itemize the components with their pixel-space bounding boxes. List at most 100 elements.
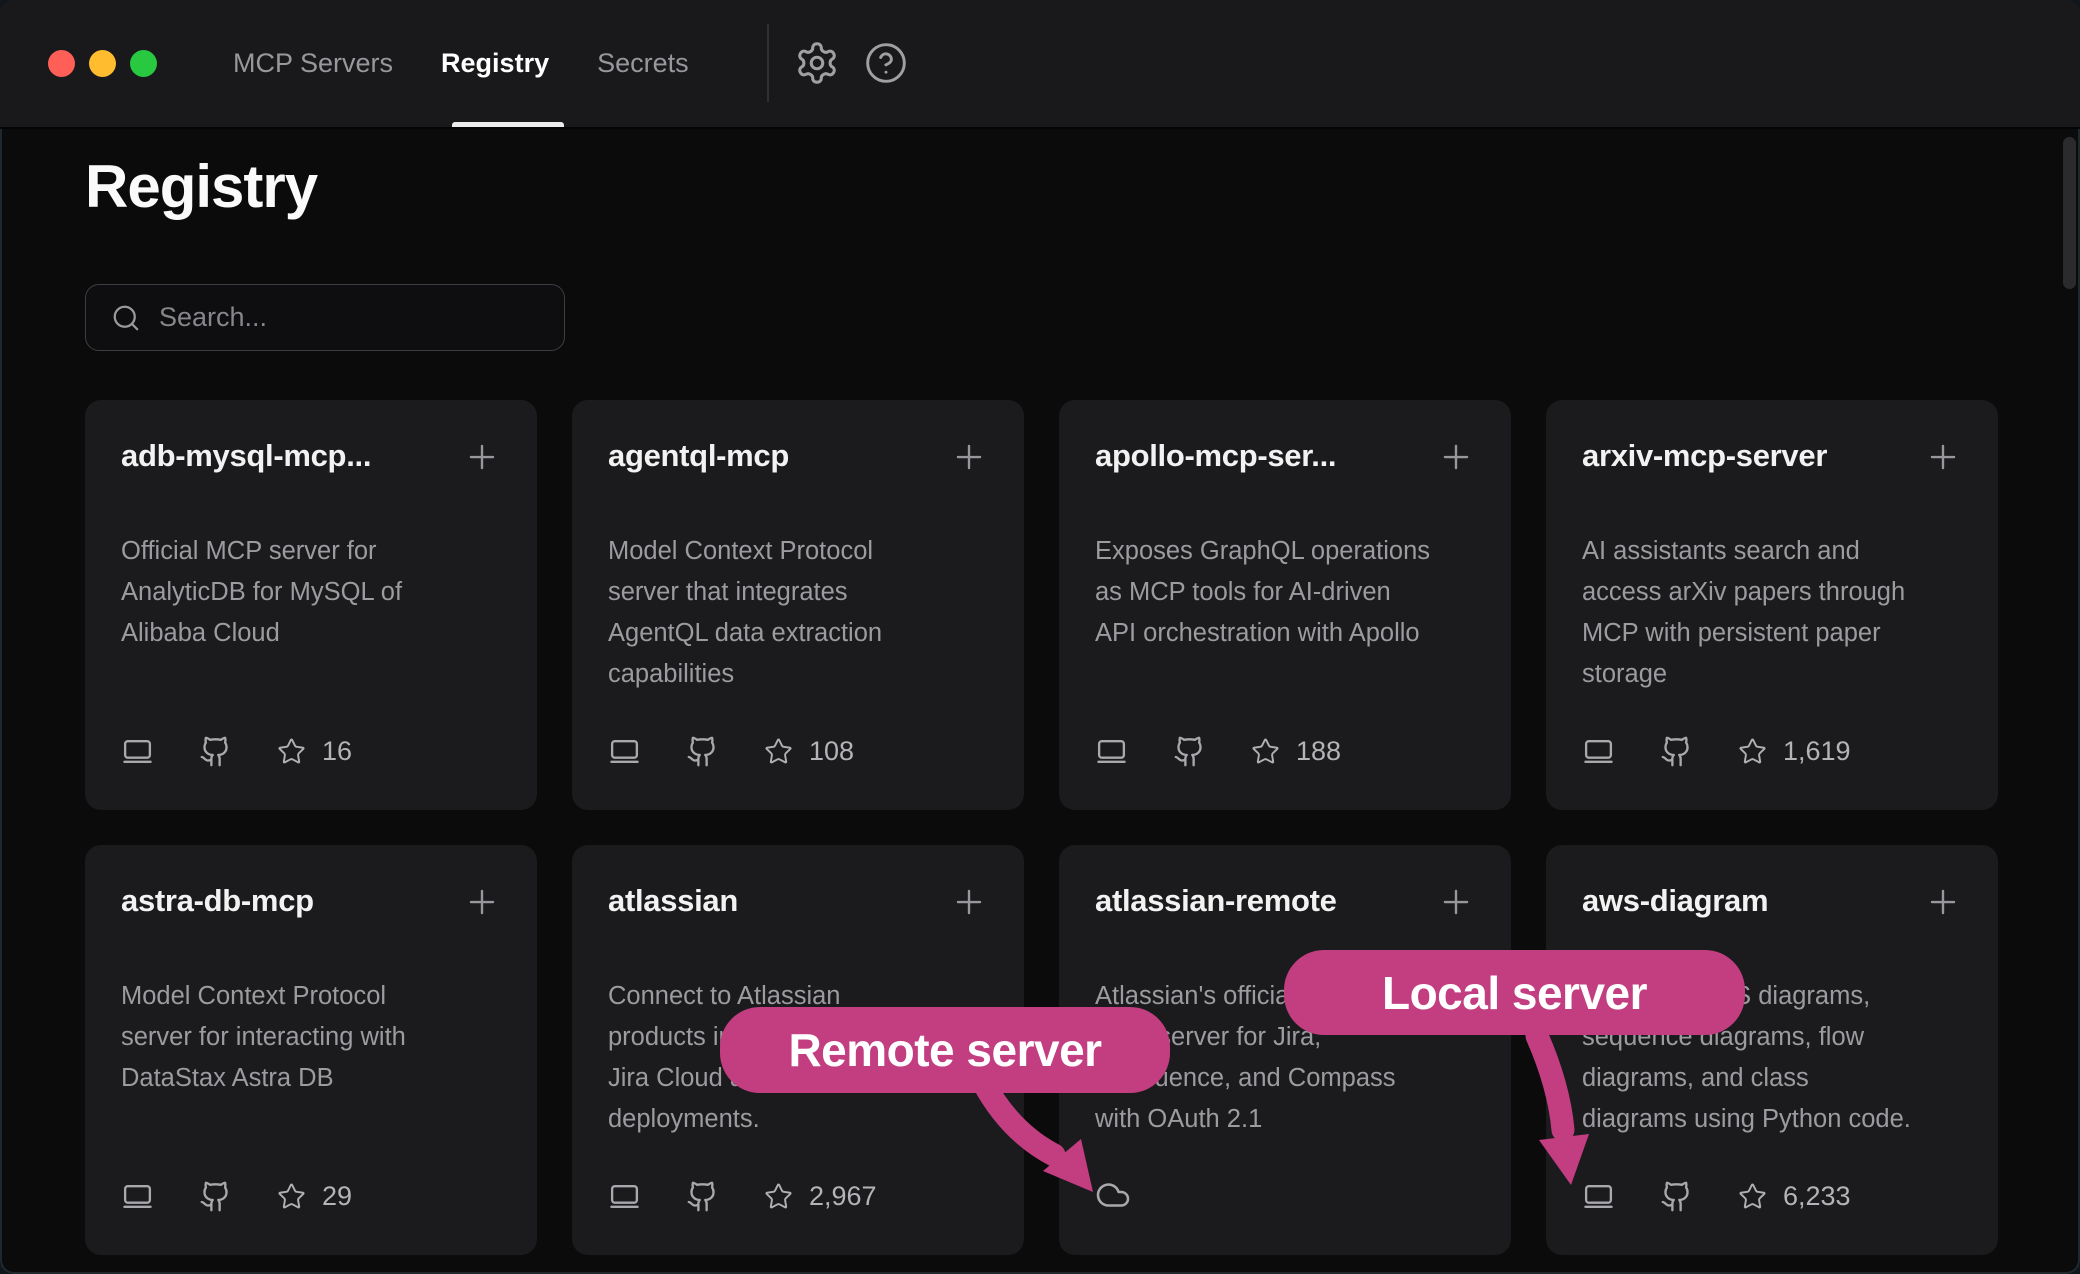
server-card[interactable]: agentql-mcpModel Context Protocol server…	[572, 400, 1024, 810]
star-icon	[1738, 1182, 1767, 1211]
server-card[interactable]: apollo-mcp-ser... Exposes GraphQL operati…	[1059, 400, 1511, 810]
active-tab-underline	[452, 122, 564, 127]
help-button[interactable]	[864, 41, 908, 88]
github-stars: 108	[764, 736, 854, 767]
add-server-button[interactable]	[950, 438, 988, 479]
plus-icon	[1437, 438, 1475, 476]
github-icon	[1660, 735, 1693, 768]
star-icon	[1738, 737, 1767, 766]
laptop-icon	[608, 1180, 641, 1213]
github-stars: 29	[277, 1181, 352, 1212]
star-icon	[277, 737, 306, 766]
star-icon	[277, 1182, 306, 1211]
server-name: astra-db-mcp	[121, 881, 314, 921]
search-icon	[111, 303, 141, 333]
laptop-icon	[121, 1180, 154, 1213]
settings-button[interactable]	[794, 40, 840, 89]
card-footer: 188	[1095, 735, 1341, 768]
laptop-icon	[1582, 735, 1615, 768]
card-footer: 29	[121, 1180, 352, 1213]
plus-icon	[950, 438, 988, 476]
star-icon	[277, 1182, 306, 1211]
server-card[interactable]: arxiv-mcp-server AI assistants search and…	[1546, 400, 1998, 810]
minimize-button[interactable]	[89, 50, 116, 77]
tab-secrets[interactable]: Secrets	[597, 48, 689, 79]
tab-mcp-servers[interactable]: MCP Servers	[233, 48, 393, 79]
add-server-button[interactable]	[1437, 438, 1475, 479]
laptop-icon	[1095, 735, 1128, 768]
card-header: agentql-mcp	[608, 436, 988, 479]
github-icon	[1660, 1180, 1693, 1213]
server-name: aws-diagram	[1582, 881, 1768, 921]
plus-icon	[463, 883, 501, 921]
stars-count: 6,233	[1783, 1181, 1851, 1212]
card-header: atlassian-remote	[1095, 881, 1475, 924]
card-footer: 1,619	[1582, 735, 1851, 768]
close-button[interactable]	[48, 50, 75, 77]
add-server-button[interactable]	[1437, 883, 1475, 924]
add-server-button[interactable]	[463, 883, 501, 924]
server-description: Official MCP server for AnalyticDB for M…	[121, 531, 501, 654]
github-icon	[199, 735, 232, 768]
github-icon	[686, 1180, 719, 1213]
add-server-button[interactable]	[950, 883, 988, 924]
github-stars: 2,967	[764, 1181, 877, 1212]
stars-count: 108	[809, 736, 854, 767]
card-header: aws-diagram	[1582, 881, 1962, 924]
github-icon	[1660, 1180, 1693, 1213]
stars-count: 2,967	[809, 1181, 877, 1212]
laptop-icon	[1095, 735, 1128, 768]
github-stars: 188	[1251, 736, 1341, 767]
github-icon	[1173, 735, 1206, 768]
github-stars: 6,233	[1738, 1181, 1851, 1212]
laptop-icon	[608, 735, 641, 768]
server-card[interactable]: adb-mysql-mcp... Official MCP server for …	[85, 400, 537, 810]
server-description: AI assistants search and access arXiv pa…	[1582, 531, 1962, 695]
add-server-button[interactable]	[463, 438, 501, 479]
cloud-icon	[1095, 1177, 1131, 1213]
app-window: MCP ServersRegistrySecrets Registry adb-…	[0, 0, 2080, 1274]
card-header: atlassian	[608, 881, 988, 924]
server-card[interactable]: astra-db-mcp Model Context Protocol serve…	[85, 845, 537, 1255]
plus-icon	[950, 883, 988, 921]
star-icon	[764, 737, 793, 766]
laptop-icon	[1582, 1180, 1615, 1213]
remote-server-badge: Remote server	[720, 1007, 1170, 1093]
server-name: apollo-mcp-ser...	[1095, 436, 1336, 476]
laptop-icon	[608, 1180, 641, 1213]
local-server-badge: Local server	[1284, 950, 1745, 1035]
gear-icon	[794, 40, 840, 86]
server-description: Exposes GraphQL operations as MCP tools …	[1095, 531, 1475, 654]
card-footer: 16	[121, 735, 352, 768]
add-server-button[interactable]	[1924, 438, 1962, 479]
card-header: adb-mysql-mcp...	[121, 436, 501, 479]
add-server-button[interactable]	[1924, 883, 1962, 924]
server-description: Model Context Protocol server for intera…	[121, 976, 501, 1099]
laptop-icon	[121, 1180, 154, 1213]
server-card[interactable]: aws-diagramGenerate AWS diagrams, sequen…	[1546, 845, 1998, 1255]
server-name: atlassian	[608, 881, 738, 921]
laptop-icon	[121, 735, 154, 768]
star-icon	[764, 1182, 793, 1211]
laptop-icon	[1582, 1180, 1615, 1213]
cloud-icon	[1095, 1177, 1131, 1213]
scrollbar-thumb[interactable]	[2063, 137, 2076, 289]
star-icon	[764, 737, 793, 766]
card-footer	[1095, 1177, 1131, 1213]
github-stars: 16	[277, 736, 352, 767]
github-icon	[686, 735, 719, 768]
star-icon	[1738, 1182, 1767, 1211]
card-header: arxiv-mcp-server	[1582, 436, 1962, 479]
zoom-button[interactable]	[130, 50, 157, 77]
search-box[interactable]	[85, 284, 565, 351]
star-icon	[1251, 737, 1280, 766]
server-name: agentql-mcp	[608, 436, 789, 476]
search-input[interactable]	[157, 301, 544, 334]
plus-icon	[463, 438, 501, 476]
card-footer: 6,233	[1582, 1180, 1851, 1213]
github-icon	[199, 735, 232, 768]
star-icon	[1738, 737, 1767, 766]
laptop-icon	[1582, 735, 1615, 768]
tab-registry[interactable]: Registry	[441, 48, 549, 79]
card-header: astra-db-mcp	[121, 881, 501, 924]
